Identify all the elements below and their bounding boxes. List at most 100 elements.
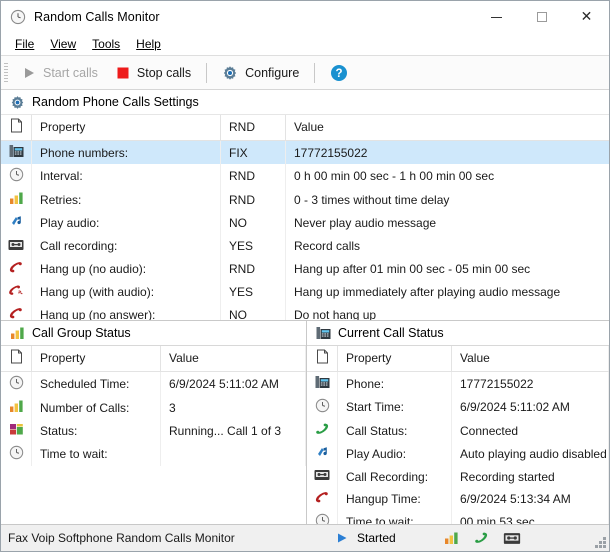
- bar-chart-icon: [1, 188, 32, 211]
- gear-icon: [222, 65, 238, 81]
- settings-grid-container: Property RND Value Phone numbers: FIX 17…: [1, 115, 609, 321]
- app-window: Random Calls Monitor ✕ File View Tools H…: [0, 0, 610, 552]
- settings-col-rnd[interactable]: RND: [220, 115, 286, 141]
- settings-row-value: Record calls: [294, 239, 361, 253]
- settings-section-header: Random Phone Calls Settings: [1, 90, 609, 115]
- settings-grid: Property RND Value Phone numbers: FIX 17…: [1, 115, 609, 320]
- configure-button[interactable]: Configure: [213, 59, 308, 86]
- stop-calls-button[interactable]: Stop calls: [107, 59, 200, 86]
- current-call-row-value: Recording started: [451, 466, 609, 487]
- menu-help-label: Help: [136, 37, 161, 51]
- current-call-row-property: Call Status:: [337, 419, 452, 442]
- gear-icon: [10, 95, 25, 110]
- current-call-row-value: 17772155022: [451, 371, 609, 395]
- call-group-col-property[interactable]: Property: [31, 346, 161, 372]
- bar-chart-icon[interactable]: [444, 531, 459, 545]
- configure-label: Configure: [245, 65, 300, 80]
- clock-icon: [307, 510, 338, 524]
- table-row[interactable]: Interval: RND 0 h 00 min 00 sec - 1 h 00…: [1, 164, 609, 188]
- status-state-group: Started: [336, 531, 396, 545]
- settings-row-value: Hang up after 01 min 00 sec - 05 min 00 …: [294, 261, 531, 276]
- title-bar: Random Calls Monitor ✕: [1, 1, 609, 33]
- settings-row-rnd: NO: [220, 211, 286, 235]
- table-row[interactable]: Hang up (no audio): RND Hang up after 01…: [1, 257, 609, 280]
- menu-file[interactable]: File: [7, 35, 42, 53]
- start-calls-button[interactable]: Start calls: [13, 59, 107, 86]
- toolbar-separator-2: [314, 62, 316, 83]
- cassette-icon[interactable]: [503, 532, 521, 545]
- table-row[interactable]: Retries: RND 0 - 3 times without time de…: [1, 188, 609, 211]
- call-group-header-row: Property Value: [1, 346, 306, 372]
- maximize-button[interactable]: [519, 1, 564, 33]
- settings-row-rnd: NO: [220, 303, 286, 320]
- table-row[interactable]: Hangup Time: 6/9/2024 5:13:34 AM: [307, 487, 609, 510]
- menu-view-label: View: [50, 37, 77, 51]
- close-button[interactable]: ✕: [564, 1, 609, 33]
- toolbar-separator-1: [206, 62, 208, 83]
- call-group-col-value[interactable]: Value: [160, 346, 306, 372]
- menu-tools[interactable]: Tools: [84, 35, 128, 53]
- question-circle-icon: ?: [330, 64, 348, 82]
- settings-row-property: Hang up (no answer):: [31, 303, 221, 320]
- menu-view[interactable]: View: [42, 35, 84, 53]
- minimize-button[interactable]: [474, 1, 519, 33]
- resize-grip[interactable]: [594, 536, 606, 548]
- call-group-status-title: Call Group Status: [32, 326, 131, 340]
- toolbar-grip[interactable]: [4, 62, 8, 83]
- settings-row-property: Interval:: [31, 164, 221, 188]
- call-group-row-value: [160, 442, 306, 466]
- settings-row-value: Hang up immediately after playing audio …: [294, 284, 561, 299]
- chart-colored-icon: [1, 419, 32, 442]
- table-row[interactable]: Time to wait: 00 min 53 sec: [307, 510, 609, 524]
- table-row[interactable]: Play audio: NO Never play audio message: [1, 211, 609, 235]
- settings-row-rnd: YES: [220, 235, 286, 257]
- call-group-status-panel: Call Group Status Property Value Schedul…: [1, 321, 307, 524]
- settings-row-property: Phone numbers:: [31, 140, 221, 164]
- current-call-row-value: Connected: [451, 419, 609, 442]
- table-row[interactable]: Phone numbers: FIX 17772155022: [1, 140, 609, 164]
- status-bar: Fax Voip Softphone Random Calls Monitor …: [1, 524, 609, 551]
- phone-device-icon: [316, 326, 331, 340]
- minimize-icon: [491, 16, 502, 18]
- table-row[interactable]: Number of Calls: 3: [1, 396, 306, 419]
- table-row[interactable]: Status: Running... Call 1 of 3: [1, 419, 306, 442]
- help-button[interactable]: ?: [321, 59, 357, 86]
- table-row[interactable]: Call recording: YES Record calls: [1, 235, 609, 257]
- current-call-col-property[interactable]: Property: [337, 346, 452, 372]
- phone-device-icon: [1, 140, 32, 164]
- table-row[interactable]: Call Recording: Recording started: [307, 466, 609, 487]
- settings-row-rnd: RND: [220, 164, 286, 188]
- call-group-status-body-rows: Scheduled Time: 6/9/2024 5:11:02 AM Numb…: [1, 371, 306, 466]
- current-call-status-panel: Current Call Status Property Value Phone…: [307, 321, 609, 524]
- table-row[interactable]: Hang up (with audio): YES Hang up immedi…: [1, 280, 609, 303]
- current-call-row-property: Phone:: [337, 371, 452, 395]
- table-row[interactable]: Call Status: Connected: [307, 419, 609, 442]
- document-icon: [307, 346, 338, 372]
- current-call-status-body: Property Value Phone: 17772155022 Start …: [307, 346, 609, 524]
- current-call-row-value: Auto playing audio disabled: [451, 442, 609, 466]
- table-row[interactable]: Time to wait:: [1, 442, 306, 466]
- menu-help[interactable]: Help: [128, 35, 169, 53]
- table-row[interactable]: Phone: 17772155022: [307, 371, 609, 395]
- table-row[interactable]: Play Audio: Auto playing audio disabled: [307, 442, 609, 466]
- current-call-col-value[interactable]: Value: [451, 346, 609, 372]
- call-group-row-property: Status:: [31, 419, 161, 442]
- phone-green-icon[interactable]: [473, 531, 489, 545]
- table-row[interactable]: Scheduled Time: 6/9/2024 5:11:02 AM: [1, 371, 306, 396]
- settings-col-property[interactable]: Property: [31, 115, 221, 141]
- menu-file-label: File: [15, 37, 35, 51]
- current-call-row-property: Call Recording:: [337, 466, 452, 487]
- call-group-row-value: 3: [160, 396, 306, 419]
- call-group-row-value: Running... Call 1 of 3: [160, 419, 306, 442]
- window-title: Random Calls Monitor: [34, 10, 160, 24]
- call-group-row-value: 6/9/2024 5:11:02 AM: [160, 371, 306, 396]
- clock-icon: [1, 164, 32, 188]
- table-row[interactable]: Start Time: 6/9/2024 5:11:02 AM: [307, 395, 609, 419]
- start-calls-label: Start calls: [43, 65, 98, 80]
- settings-col-value[interactable]: Value: [285, 115, 609, 141]
- settings-row-property: Call recording:: [31, 235, 221, 257]
- settings-grid-header-row: Property RND Value: [1, 115, 609, 141]
- hangup-red-waves-icon: [1, 280, 32, 303]
- settings-row-property: Hang up (with audio):: [31, 280, 221, 303]
- table-row[interactable]: Hang up (no answer): NO Do not hang up: [1, 303, 609, 320]
